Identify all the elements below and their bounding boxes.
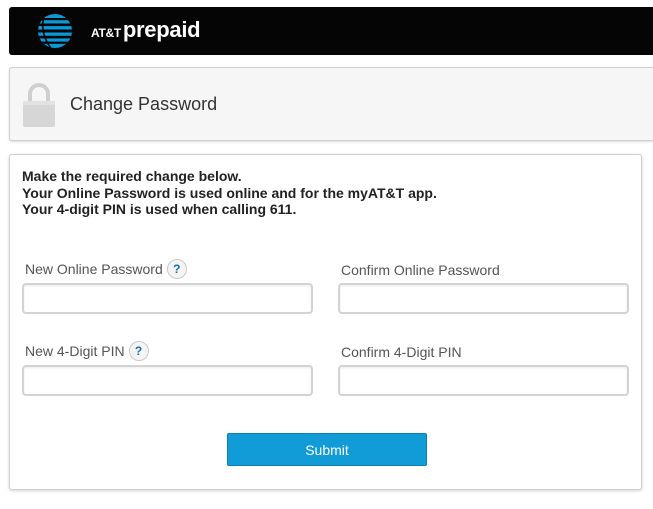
new-password-label: New Online Password ? xyxy=(25,259,187,279)
header-bar: AT&T prepaid xyxy=(9,7,653,55)
confirm-pin-label: Confirm 4-Digit PIN xyxy=(341,344,462,360)
confirm-password-label: Confirm Online Password xyxy=(341,262,500,278)
instruction-line: Your 4-digit PIN is used when calling 61… xyxy=(22,201,297,217)
page-title: Change Password xyxy=(70,94,218,114)
new-password-input[interactable] xyxy=(22,283,313,314)
att-globe-icon[interactable] xyxy=(37,13,73,49)
instruction-line: Make the required change below. xyxy=(22,168,242,184)
confirm-pin-label-text: Confirm 4-Digit PIN xyxy=(341,344,462,360)
brand-att: AT&T xyxy=(91,26,121,40)
brand-prepaid: prepaid xyxy=(122,17,201,42)
new-password-label-text: New Online Password xyxy=(25,261,163,277)
instruction-line: Your Online Password is used online and … xyxy=(22,184,437,201)
confirm-password-input[interactable] xyxy=(338,283,629,314)
page-title-panel: Change Password xyxy=(9,67,653,141)
new-pin-help-icon[interactable]: ? xyxy=(128,341,149,361)
change-password-form: Make the required change below. Your Onl… xyxy=(9,154,642,490)
new-pin-label-text: New 4-Digit PIN xyxy=(25,343,125,359)
form-instructions: Make the required change below. Your Onl… xyxy=(22,168,437,218)
new-password-help-icon[interactable]: ? xyxy=(166,259,187,279)
brand-logo: AT&T prepaid xyxy=(91,17,201,43)
new-pin-label: New 4-Digit PIN ? xyxy=(25,341,149,361)
submit-button[interactable]: Submit xyxy=(227,433,427,466)
confirm-password-label-text: Confirm Online Password xyxy=(341,262,500,278)
new-pin-input[interactable] xyxy=(22,365,313,396)
lock-icon xyxy=(23,83,55,127)
confirm-pin-input[interactable] xyxy=(338,365,629,396)
